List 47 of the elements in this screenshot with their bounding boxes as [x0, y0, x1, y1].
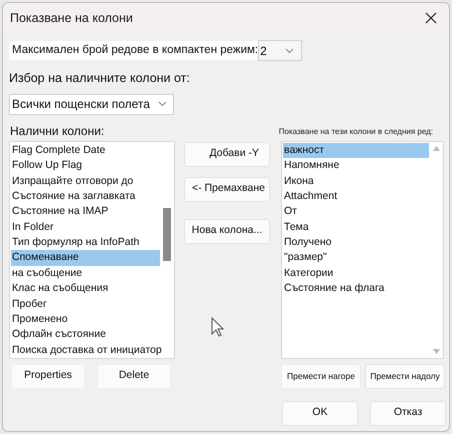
- list-item[interactable]: Напомняне: [283, 158, 429, 174]
- list-item[interactable]: Променено: [11, 312, 160, 328]
- rows-dropdown[interactable]: 2: [258, 40, 302, 61]
- list-item[interactable]: Категории: [283, 266, 429, 282]
- list-item[interactable]: на съобщение: [11, 266, 160, 282]
- list-item[interactable]: Получено: [283, 235, 429, 250]
- field-label: Максимален брой редове в компактен режим:: [9, 40, 258, 60]
- chevron-down-icon: [158, 101, 167, 108]
- scroll-down-icon[interactable]: [432, 348, 440, 354]
- list-item[interactable]: Икона: [283, 174, 429, 189]
- list-item[interactable]: Attachment: [283, 188, 429, 204]
- list-item[interactable]: Клас на съобщения: [11, 281, 160, 297]
- dialog-button[interactable]: Отказ: [370, 400, 446, 426]
- source-dropdown[interactable]: Всички пощенски полета: [9, 94, 174, 115]
- chevron-down-icon: [285, 48, 294, 54]
- list-item[interactable]: От: [283, 204, 429, 220]
- cursor-icon: [211, 316, 224, 337]
- dialog-button[interactable]: Премести нагоре: [281, 364, 361, 389]
- list-item[interactable]: "размер": [283, 250, 429, 266]
- field-label: Налични колони:: [9, 122, 104, 140]
- list-item[interactable]: важност: [283, 142, 429, 158]
- list-item[interactable]: Състояние на IMAP: [11, 204, 160, 220]
- list-item[interactable]: Споменаване: [11, 250, 160, 266]
- dialog-button[interactable]: OK: [282, 400, 358, 426]
- scroll-up-icon[interactable]: [432, 146, 440, 151]
- dialog-button[interactable]: Delete: [97, 364, 171, 389]
- list-item[interactable]: Офлайн състояние: [11, 327, 160, 343]
- dialog-button[interactable]: Добави -Y: [184, 142, 270, 167]
- list-item[interactable]: In Folder: [11, 220, 160, 236]
- list-item[interactable]: Поиска доставка от инициатор: [11, 342, 160, 358]
- dialog-button[interactable]: Премести надолу: [365, 364, 445, 389]
- list-item[interactable]: Тема: [283, 220, 429, 236]
- list-item[interactable]: Тип формуляр на InfoPath: [11, 235, 160, 250]
- field-label: Избор на наличните колони от:: [9, 70, 191, 87]
- dialog-button[interactable]: Нова колона...: [184, 218, 270, 244]
- close-icon[interactable]: [425, 12, 437, 24]
- field-label: Показване на тези колони в следния ред:: [278, 126, 433, 138]
- list-item[interactable]: Пробег: [11, 296, 160, 312]
- dialog-button[interactable]: Properties: [11, 364, 85, 389]
- list-item[interactable]: Flag Complete Date: [11, 142, 160, 158]
- list-item[interactable]: Състояние на заглавката: [11, 188, 160, 204]
- dialog-button[interactable]: <- Премахване: [184, 176, 270, 202]
- list-item[interactable]: Follow Up Flag: [11, 158, 160, 174]
- window-title: Показване на колони: [10, 10, 133, 27]
- list-item[interactable]: Състояние на флага: [283, 281, 429, 297]
- list-item[interactable]: Изпращайте отговори до: [11, 174, 160, 189]
- scrollbar-thumb[interactable]: [163, 208, 171, 261]
